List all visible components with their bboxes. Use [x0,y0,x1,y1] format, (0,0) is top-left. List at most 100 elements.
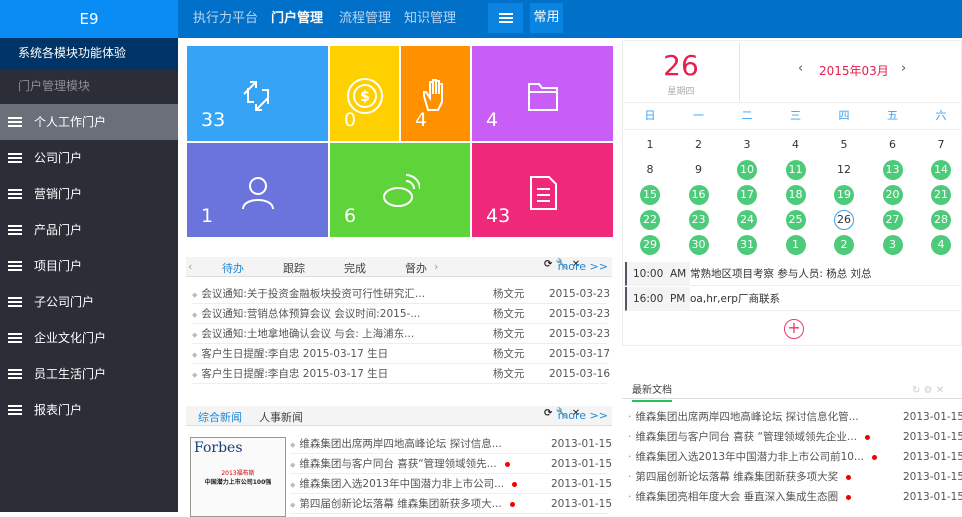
task-title[interactable]: ◆ 客户生日提醒:李自忠 2015-03-17 生日 [192,368,388,380]
task-title[interactable]: ◆ 客户生日提醒:李自忠 2015-03-17 生日 [192,348,388,360]
doc-row[interactable]: · 维森集团出席两岸四地高峰论坛 探讨信息化管... 2013-01-15 [628,407,962,427]
task-title[interactable]: ◆ 会议通知:土地拿地确认会议 与会: 上海浦东... [192,328,414,340]
tasks-more-link[interactable]: more >> [558,260,608,273]
tile-hand[interactable]: 4 [401,46,470,141]
news-row[interactable]: ◆ 第四届创新论坛落幕 维森集团新获多项大... 2013-01-15 [290,494,612,514]
task-row[interactable]: ◆ 客户生日提醒:李自忠 2015-03-17 生日 杨文元 2015-03-16 [192,364,610,384]
tabs-next-icon[interactable]: › [434,260,438,273]
event-text: 常熟地区项目考察 参与人员: 杨总 刘总 [690,268,872,280]
calendar-day[interactable]: 7 [931,135,951,155]
calendar-day[interactable]: 26 [834,210,854,230]
calendar-day[interactable]: 3 [882,235,903,255]
calendar-day[interactable]: 6 [883,135,903,155]
calendar-day[interactable]: 30 [688,235,709,255]
sidebar-item[interactable]: 子公司门户 [0,284,178,320]
news-row[interactable]: ◆ 维森集团与客户同台 喜获“管理领域领先... 2013-01-15 [290,454,612,474]
task-row[interactable]: ◆ 会议通知:关于投资金融板块投资可行性研究汇... 杨文元 2015-03-23 [192,284,610,304]
news-row[interactable]: ◆ 维森集团出席两岸四地高峰论坛 探讨信息... 2013-01-15 [290,434,612,454]
prev-month-icon[interactable]: ‹ [798,61,803,76]
calendar-day[interactable]: 16 [688,185,709,205]
calendar-day[interactable]: 28 [931,210,951,230]
calendar-day[interactable]: 24 [737,210,757,230]
calendar-day[interactable]: 20 [882,185,903,205]
task-title[interactable]: ◆ 会议通知:营销总体预算会议 会议时间:2015-... [192,308,420,320]
nav-exec-platform[interactable]: 执行力平台 [193,0,258,38]
hamburger-icon [8,297,22,307]
nav-workflow-management[interactable]: 流程管理 [339,0,391,38]
event-time: 10:00 AM [627,262,690,286]
calendar-day[interactable]: 2 [689,135,709,155]
add-event-button[interactable]: + [784,319,804,339]
tab-tracking[interactable]: 跟踪 [283,260,305,276]
calendar-event[interactable]: 10:00 AM 常熟地区项目考察 参与人员: 杨总 刘总 [625,262,961,286]
tab-hr-news[interactable]: 人事新闻 [259,409,303,425]
calendar-day[interactable]: 21 [931,185,951,205]
doc-row[interactable]: · 第四届创新论坛落幕 维森集团新获多项大奖 2013-01-15 [628,467,962,487]
doc-row[interactable]: · 维森集团入选2013年中国潜力非上市公司前10... 2013-01-15 [628,447,962,467]
tile-dollar-coin[interactable]: $0 [330,46,399,141]
calendar-day[interactable]: 4 [786,135,806,155]
nav-knowledge-management[interactable]: 知识管理 [404,0,456,38]
calendar-day[interactable]: 1 [640,135,660,155]
calendar-day[interactable]: 22 [640,210,660,230]
calendar-day[interactable]: 14 [931,160,951,180]
tile-document[interactable]: 43 [472,143,613,237]
calendar-day[interactable]: 8 [640,160,660,180]
doc-row[interactable]: · 维森集团亮相年度大会 垂直深入集成生态圈 2013-01-15 [628,487,962,507]
calendar-day[interactable]: 1 [785,235,806,255]
news-thumbnail[interactable]: Forbes 2013福布斯 中国潜力上市公司100强 [190,437,286,517]
calendar-day[interactable]: 9 [689,160,709,180]
tile-count: 6 [344,205,357,227]
doc-row[interactable]: · 维森集团与客户同台 喜获 “管理领域领先企业... 2013-01-15 [628,427,962,447]
sidebar-item-label: 子公司门户 [34,295,95,309]
task-row[interactable]: ◆ 会议通知:营销总体预算会议 会议时间:2015-... 杨文元 2015-03-2… [192,304,610,324]
calendar-day[interactable]: 13 [882,160,903,180]
calendar-day[interactable]: 11 [785,160,806,180]
calendar-day[interactable]: 15 [640,185,660,205]
menu-button[interactable] [488,3,523,33]
tile-folder[interactable]: 4 [472,46,613,141]
nav-portal-management[interactable]: 门户管理 [271,0,323,38]
tab-general-news[interactable]: 综合新闻 [198,409,242,425]
news-row[interactable]: ◆ 维森集团入选2013年中国潜力非上市公司... 2013-01-15 [290,474,612,494]
tab-done[interactable]: 完成 [344,260,366,276]
tile-sync-arrows[interactable]: 33 [187,46,328,141]
task-title[interactable]: ◆ 会议通知:关于投资金融板块投资可行性研究汇... [192,288,425,300]
calendar-day[interactable]: 5 [834,135,854,155]
calendar-day[interactable]: 12 [834,160,854,180]
sidebar-item[interactable]: 个人工作门户 [0,104,178,140]
calendar-day[interactable]: 31 [737,235,757,255]
next-month-icon[interactable]: › [901,61,906,76]
sidebar-item[interactable]: 员工生活门户 [0,356,178,392]
sidebar-item[interactable]: 营销门户 [0,176,178,212]
sidebar-item[interactable]: 报表门户 [0,392,178,428]
tile-weibo[interactable]: 6 [330,143,470,237]
common-button[interactable]: 常用 [530,3,563,33]
calendar-day[interactable]: 18 [785,185,806,205]
docs-tools-icons[interactable]: ↻ ⚙ ✕ [912,385,944,396]
task-row[interactable]: ◆ 会议通知:土地拿地确认会议 与会: 上海浦东... 杨文元 2015-03-23 [192,324,610,344]
calendar-day[interactable]: 27 [882,210,903,230]
calendar-day[interactable]: 23 [688,210,709,230]
tabs-prev-icon[interactable]: ‹ [188,260,192,273]
calendar-day[interactable]: 3 [737,135,757,155]
sidebar-item[interactable]: 企业文化门户 [0,320,178,356]
sidebar-item[interactable]: 项目门户 [0,248,178,284]
calendar-day[interactable]: 2 [834,235,854,255]
calendar-day[interactable]: 10 [737,160,757,180]
news-title: 维森集团与客户同台 喜获“管理领域领先... [299,458,497,470]
task-row[interactable]: ◆ 客户生日提醒:李自忠 2015-03-17 生日 杨文元 2015-03-17 [192,344,610,364]
tab-todo[interactable]: 待办 [222,260,244,276]
tab-latest-docs[interactable]: 最新文档 [632,381,672,402]
calendar-day[interactable]: 4 [931,235,951,255]
sidebar-item[interactable]: 产品门户 [0,212,178,248]
calendar-day[interactable]: 29 [640,235,660,255]
calendar-day[interactable]: 19 [834,185,854,205]
tile-user[interactable]: 1 [187,143,328,237]
tab-supervise[interactable]: 督办 [405,260,427,276]
sidebar-item[interactable]: 公司门户 [0,140,178,176]
calendar-day[interactable]: 17 [737,185,757,205]
news-more-link[interactable]: more >> [558,409,608,422]
calendar-day[interactable]: 25 [785,210,806,230]
calendar-event[interactable]: 16:00 PM oa,hr,erp厂商联系 [625,287,961,311]
